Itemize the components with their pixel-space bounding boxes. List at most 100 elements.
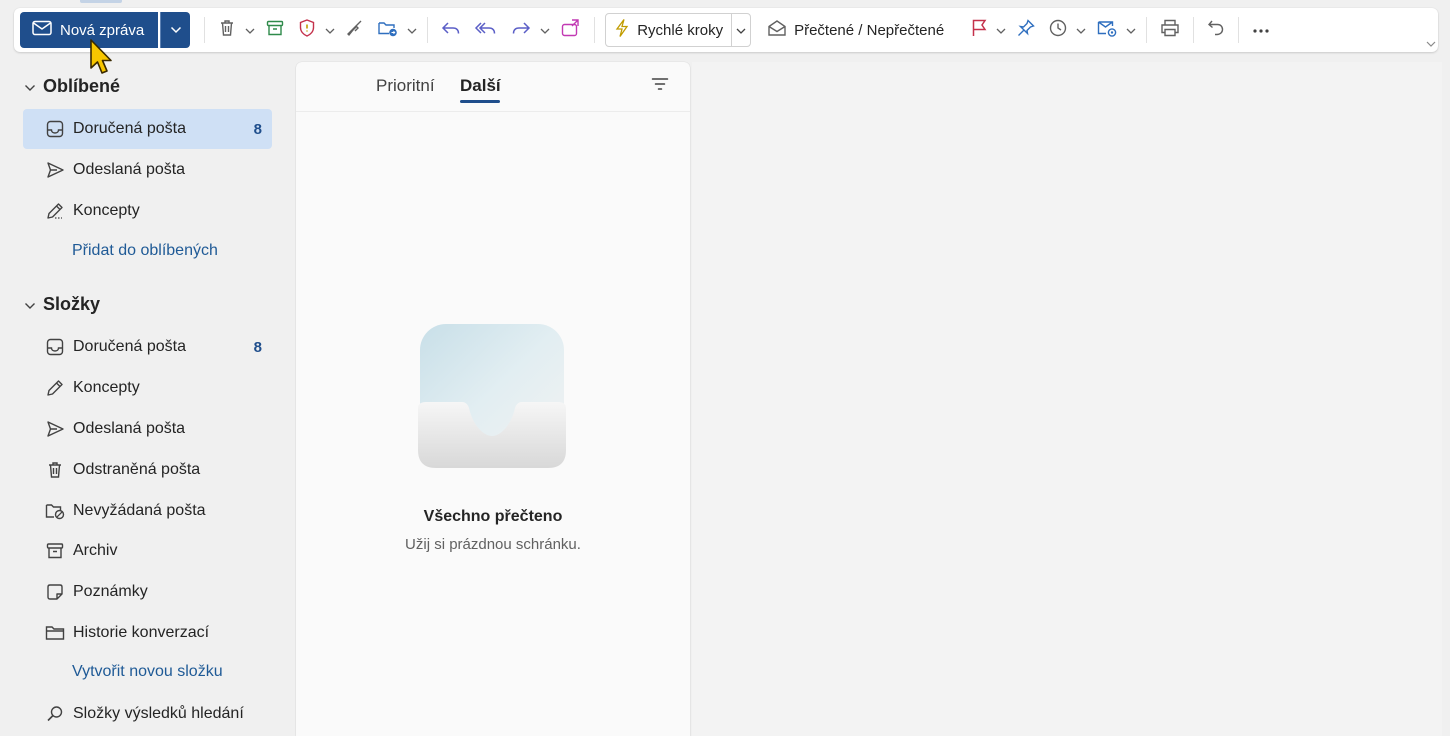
reply-icon <box>440 18 462 43</box>
nav-item-label: Nevyžádaná pošta <box>73 502 206 519</box>
reply-button[interactable] <box>434 13 468 47</box>
move-to-button[interactable] <box>371 13 405 47</box>
folders-header[interactable]: Složky <box>24 294 100 315</box>
undo-button[interactable] <box>1200 13 1232 47</box>
quick-steps-button[interactable]: Rychlé kroky <box>606 14 733 46</box>
folder-item-junk[interactable]: Nevyžádaná pošta <box>23 491 272 531</box>
ribbon-toolbar: Nová zpráva Rychlé kroky Přečtené / Nepř… <box>14 8 1438 52</box>
nav-item-label: Archiv <box>73 542 118 559</box>
chevron-down-icon <box>1076 21 1086 39</box>
report-button[interactable] <box>291 13 323 47</box>
favorites-header-label: Oblíbené <box>43 76 121 96</box>
empty-inbox-illustration <box>416 322 568 474</box>
chevron-down-icon <box>996 21 1006 39</box>
new-message-dropdown[interactable] <box>160 12 191 48</box>
inbox-icon <box>45 119 65 139</box>
snooze-dropdown[interactable] <box>1074 13 1090 47</box>
favorites-item-sent[interactable]: Odeslaná pošta <box>23 150 272 190</box>
message-list-pane: Prioritní Další Všechno přečteno Užij si… <box>296 62 690 736</box>
clock-icon <box>1048 18 1068 43</box>
toolbar-separator <box>1238 17 1240 43</box>
reply-all-button[interactable] <box>468 13 504 47</box>
tab-focused[interactable]: Prioritní <box>376 76 435 96</box>
filter-icon <box>651 77 669 96</box>
chevron-down-icon <box>24 294 36 315</box>
filter-button[interactable] <box>648 76 672 96</box>
rules-dropdown[interactable] <box>1124 13 1140 47</box>
create-new-folder-link[interactable]: Vytvořit novou složku <box>72 663 223 681</box>
favorites-item-inbox[interactable]: Doručená pošta 8 <box>23 109 272 149</box>
unread-count: 8 <box>253 120 262 138</box>
more-options-button[interactable] <box>1245 13 1277 47</box>
folder-item-sent[interactable]: Odeslaná pošta <box>23 409 272 449</box>
archive-button[interactable] <box>259 13 291 47</box>
nav-item-label: Koncepty <box>73 379 140 396</box>
lightning-icon <box>614 18 630 43</box>
folder-item-inbox[interactable]: Doručená pošta 8 <box>23 327 272 367</box>
folder-item-drafts[interactable]: Koncepty <box>23 368 272 408</box>
empty-state-title: Všechno přečteno <box>423 508 563 525</box>
tab-other[interactable]: Další <box>460 76 501 96</box>
folder-item-deleted[interactable]: Odstraněná pošta <box>23 450 272 490</box>
folder-item-conversation-history[interactable]: Historie konverzací <box>23 613 272 653</box>
nav-item-label: Historie konverzací <box>73 624 210 641</box>
inbox-tabs: Prioritní Další <box>296 62 690 112</box>
quick-steps-label: Rychlé kroky <box>637 21 724 39</box>
toolbar-separator <box>1146 17 1148 43</box>
junk-folder-icon <box>45 501 65 521</box>
broom-icon <box>345 18 365 43</box>
printer-icon <box>1159 18 1181 43</box>
flag-button[interactable] <box>964 13 994 47</box>
folder-item-archive[interactable]: Archiv <box>23 531 272 571</box>
folder-item-notes[interactable]: Poznámky <box>23 572 272 612</box>
mail-icon <box>32 20 52 40</box>
trash-icon <box>217 18 237 43</box>
new-message-button[interactable]: Nová zpráva <box>20 12 159 48</box>
add-to-favorites-link[interactable]: Přidat do oblíbených <box>72 242 218 260</box>
apps-button[interactable] <box>554 13 588 47</box>
top-indicator <box>80 0 122 3</box>
quick-steps-dropdown[interactable] <box>732 14 750 46</box>
favorites-item-drafts[interactable]: Koncepty <box>23 191 272 231</box>
more-icon <box>1251 21 1271 39</box>
print-button[interactable] <box>1153 13 1187 47</box>
toolbar-separator <box>204 17 206 43</box>
empty-state-subtitle: Užij si prázdnou schránku. <box>405 536 581 553</box>
trash-icon <box>45 460 65 480</box>
toolbar-expand-arrow[interactable] <box>1426 36 1436 47</box>
chevron-down-icon <box>736 21 746 39</box>
app-share-icon <box>560 18 582 43</box>
reply-all-icon <box>474 18 498 43</box>
reading-pane <box>692 62 1442 736</box>
inbox-icon <box>45 337 65 357</box>
sweep-button[interactable] <box>339 13 371 47</box>
delete-button[interactable] <box>211 13 243 47</box>
flag-dropdown[interactable] <box>994 13 1010 47</box>
folder-move-icon <box>377 18 399 43</box>
forward-button[interactable] <box>504 13 538 47</box>
nav-item-label: Složky výsledků hledání <box>73 705 244 722</box>
shield-icon <box>297 18 317 43</box>
pencil-icon <box>45 378 65 398</box>
move-to-dropdown[interactable] <box>405 13 421 47</box>
chevron-down-icon <box>1126 21 1136 39</box>
forward-dropdown[interactable] <box>538 13 554 47</box>
nav-item-label: Odeslaná pošta <box>73 420 186 437</box>
drafts-icon <box>45 201 65 221</box>
search-icon <box>45 704 65 724</box>
mail-rules-icon <box>1096 18 1118 43</box>
chevron-down-icon <box>325 21 335 39</box>
delete-dropdown[interactable] <box>243 13 259 47</box>
chevron-down-icon <box>24 76 36 97</box>
folder-item-search-folders[interactable]: Složky výsledků hledání <box>23 694 272 734</box>
forward-icon <box>510 18 532 43</box>
favorites-header[interactable]: Oblíbené <box>24 76 120 97</box>
pin-button[interactable] <box>1010 13 1042 47</box>
read-unread-button[interactable]: Přečtené / Nepřečtené <box>761 13 950 47</box>
toolbar-separator <box>1193 17 1195 43</box>
snooze-button[interactable] <box>1042 13 1074 47</box>
report-dropdown[interactable] <box>323 13 339 47</box>
archive-icon <box>45 541 65 561</box>
rules-button[interactable] <box>1090 13 1124 47</box>
read-unread-label: Přečtené / Nepřečtené <box>794 21 945 39</box>
